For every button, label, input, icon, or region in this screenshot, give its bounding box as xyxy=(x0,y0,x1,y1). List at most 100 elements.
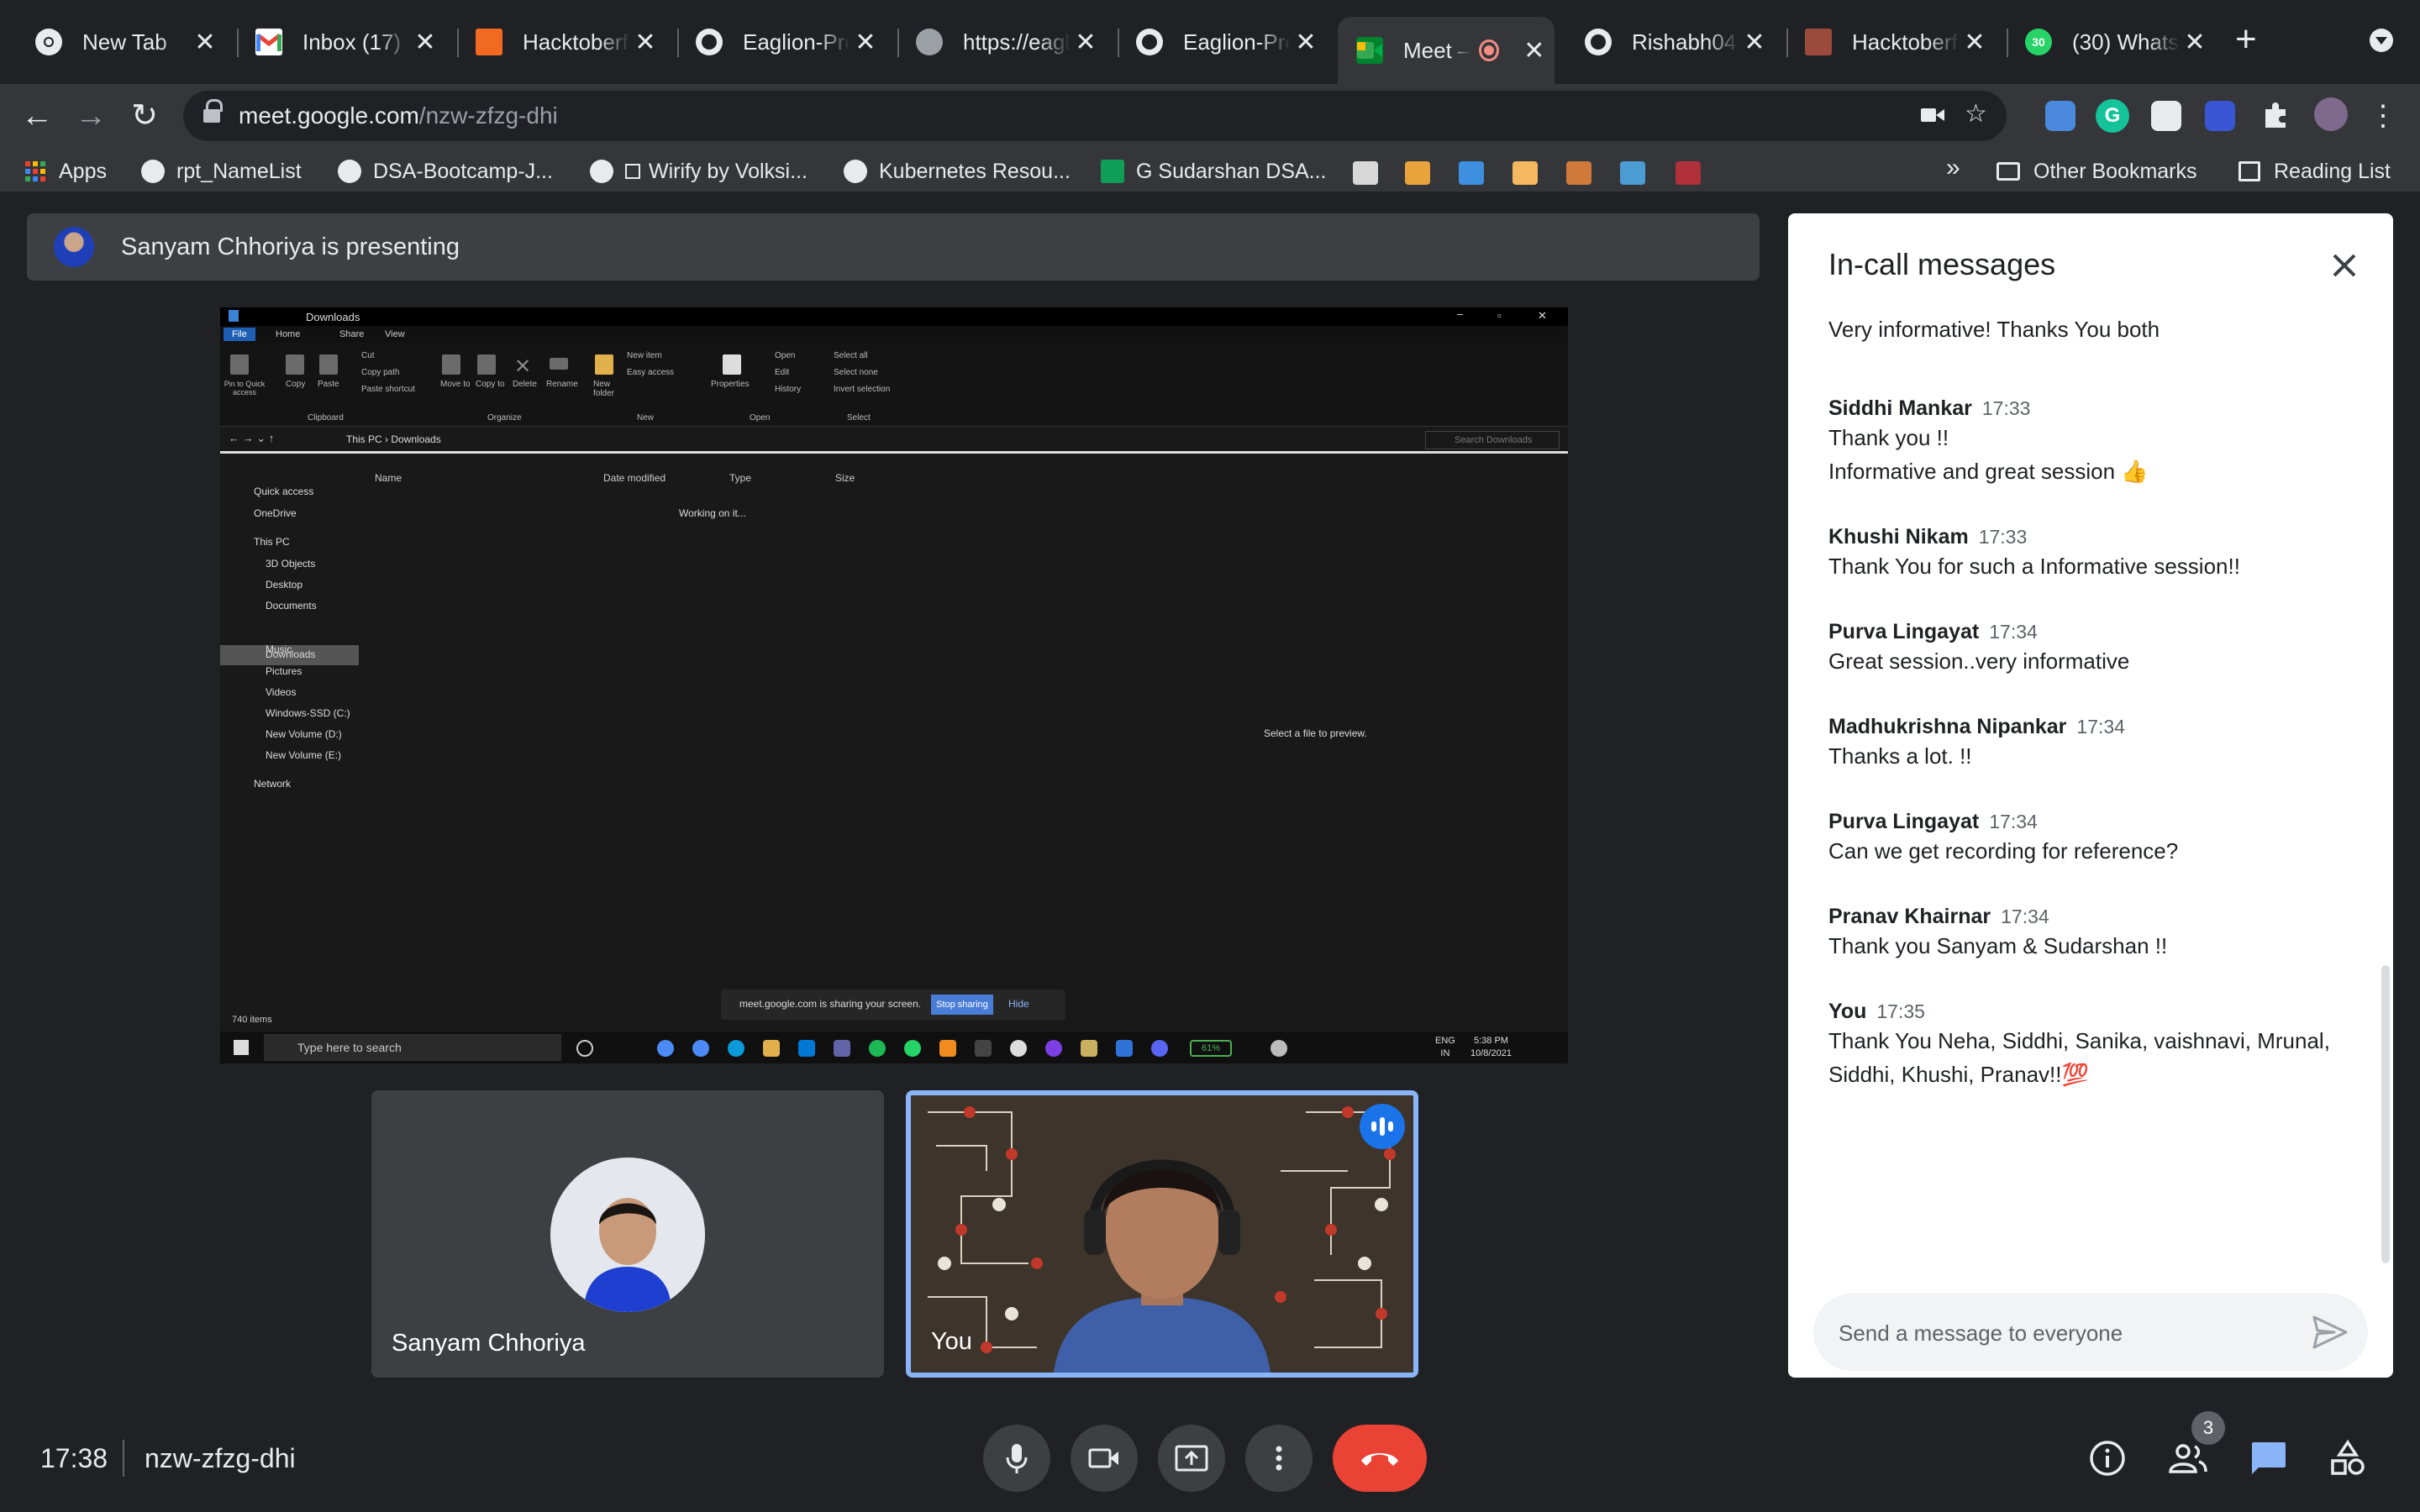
close-icon[interactable]: ✕ xyxy=(1521,36,1548,66)
cc-icon[interactable] xyxy=(1353,161,1378,185)
tab-search-icon[interactable] xyxy=(2370,29,2393,52)
app-icon xyxy=(1045,1040,1062,1057)
bookmark-rpt-namelist[interactable]: rpt_NameList xyxy=(141,158,302,185)
tab-whatsapp[interactable]: 30 (30) Whats ✕ xyxy=(2007,17,2217,67)
message-sender: Purva Lingayat xyxy=(1828,810,1980,833)
participant-tile-self[interactable]: You xyxy=(906,1090,1418,1378)
grammarly-icon[interactable]: G xyxy=(2096,99,2129,133)
camera-button[interactable] xyxy=(1071,1425,1138,1492)
globe-icon xyxy=(916,29,943,55)
call-end-icon xyxy=(1361,1453,1398,1466)
presenting-text: Sanyam Chhoriya is presenting xyxy=(121,233,460,260)
extension-icon[interactable] xyxy=(2045,101,2075,131)
meeting-details-button[interactable] xyxy=(2084,1435,2131,1482)
message-time: 17:34 xyxy=(2076,716,2125,738)
extension-icon[interactable] xyxy=(2151,101,2181,131)
url-text[interactable]: meet.google.com/nzw-zfzg-dhi xyxy=(239,102,558,129)
more-vert-icon[interactable]: ⋮ xyxy=(2363,96,2403,136)
puzzle-icon[interactable] xyxy=(2260,99,2291,129)
teams-icon xyxy=(834,1040,850,1057)
bookmark-kubernetes[interactable]: Kubernetes Resou... xyxy=(844,158,1071,185)
browser-toolbar: ← → ↻ meet.google.com/nzw-zfzg-dhi ☆ G ⋮ xyxy=(0,84,2420,150)
address-bar[interactable]: meet.google.com/nzw-zfzg-dhi ☆ xyxy=(183,91,2007,141)
explorer-search: Search Downloads xyxy=(1425,431,1560,449)
bookmarks-overflow-icon[interactable]: » xyxy=(1946,154,1960,181)
github-icon xyxy=(696,29,723,55)
message-sender: Purva Lingayat xyxy=(1828,620,1980,643)
close-icon[interactable]: ✕ xyxy=(1960,28,1990,57)
bookmark-icon[interactable] xyxy=(1566,161,1591,185)
bookmark-sudarshan-dsa[interactable]: G Sudarshan DSA... xyxy=(1101,158,1327,185)
chat-message: Siddhi Mankar 17:33 Thank you !! Informat… xyxy=(1828,396,2149,484)
more-vert-icon xyxy=(1276,1446,1282,1471)
profile-avatar[interactable] xyxy=(2314,97,2348,131)
tab-new-tab[interactable]: New Tab ✕ xyxy=(17,17,227,67)
close-icon[interactable]: ✕ xyxy=(850,28,881,57)
minimize-icon: – xyxy=(1457,307,1464,320)
chat-message: Madhukrishna Nipankar 17:34 Thanks a lot.… xyxy=(1828,715,2125,769)
message-list: Very informative! Thanks You both Siddhi… xyxy=(1828,312,2333,1121)
star-icon[interactable]: ☆ xyxy=(1965,99,1987,129)
participant-tile[interactable]: Sanyam Chhoriya xyxy=(371,1090,884,1378)
microphone-icon xyxy=(1006,1444,1028,1473)
tab-inbox[interactable]: Inbox (17) - ✕ xyxy=(237,17,447,67)
new-tab-icon[interactable]: + xyxy=(2235,18,2257,60)
reading-list[interactable]: Reading List xyxy=(2238,158,2391,185)
stop-sharing-button: Stop sharing xyxy=(931,995,993,1015)
close-icon[interactable]: ✕ xyxy=(2180,28,2210,57)
tab-eaglion-2[interactable]: Eaglion-Pro ✕ xyxy=(1118,17,1328,67)
bookmark-icon[interactable] xyxy=(1676,161,1701,185)
chat-scrollbar[interactable] xyxy=(2381,965,2390,1263)
back-icon[interactable]: ← xyxy=(17,96,57,136)
bookmark-icon[interactable] xyxy=(1512,161,1538,185)
other-bookmarks[interactable]: Other Bookmarks xyxy=(1996,158,2197,185)
bookmark-icon[interactable] xyxy=(1620,161,1645,185)
tab-hacktoberfest-2[interactable]: Hacktoberfe ✕ xyxy=(1786,17,1996,67)
extension-icon[interactable] xyxy=(2205,101,2235,131)
lock-icon[interactable] xyxy=(203,99,223,124)
present-button[interactable] xyxy=(1158,1425,1225,1492)
nav-item: Desktop xyxy=(266,579,303,591)
bookmark-icon[interactable] xyxy=(1459,161,1484,185)
tab-meet[interactable]: Meet – ✕ xyxy=(1338,17,1555,84)
windows-icon xyxy=(234,1040,249,1055)
leave-call-button[interactable] xyxy=(1333,1425,1427,1492)
github-icon xyxy=(1136,29,1163,55)
close-icon[interactable]: ✕ xyxy=(410,28,440,57)
info-icon xyxy=(2090,1441,2125,1476)
folder-icon xyxy=(1996,162,2020,181)
close-icon[interactable] xyxy=(2326,247,2363,284)
app-icon xyxy=(1010,1040,1027,1057)
nav-item: Videos xyxy=(266,686,297,698)
forward-icon[interactable]: → xyxy=(71,96,111,136)
tab-eaglion-url[interactable]: https://eagli ✕ xyxy=(897,17,1107,67)
mic-button[interactable] xyxy=(983,1425,1050,1492)
meet-control-bar: 17:38 nzw-zfzg-dhi 3 xyxy=(0,1394,2420,1512)
chrome-icon xyxy=(657,1040,674,1057)
close-icon[interactable]: ✕ xyxy=(1071,28,1101,57)
whatsapp-icon: 30 xyxy=(2025,29,2052,55)
windows-taskbar: Type here to search 61% ENG IN 5:38 PM 10/… xyxy=(220,1032,1568,1063)
tab-rishabh[interactable]: Rishabh04- ✕ xyxy=(1566,17,1776,67)
bookmark-wirify[interactable]: Wirify by Volksi... xyxy=(590,158,808,185)
chat-message: Purva Lingayat 17:34 Can we get recording… xyxy=(1828,810,2179,864)
bookmark-apps[interactable]: Apps xyxy=(25,158,107,185)
window-title-bar: Downloads – ▫ ✕ xyxy=(220,307,1568,326)
send-icon[interactable] xyxy=(2312,1315,2348,1349)
reload-icon[interactable]: ↻ xyxy=(124,96,165,136)
chat-button[interactable] xyxy=(2245,1435,2292,1482)
close-icon[interactable]: ✕ xyxy=(1739,28,1770,57)
bookmark-dsa-bootcamp[interactable]: DSA-Bootcamp-J... xyxy=(338,158,553,185)
camera-icon[interactable] xyxy=(1921,102,1944,131)
bookmark-icon[interactable] xyxy=(1405,161,1430,185)
tab-hacktoberfest[interactable]: Hacktoberfe ✕ xyxy=(457,17,667,67)
github-icon xyxy=(1585,29,1612,55)
activities-button[interactable] xyxy=(2324,1435,2371,1482)
close-icon[interactable]: ✕ xyxy=(630,28,660,57)
chat-message-input[interactable]: Send a message to everyone xyxy=(1813,1294,2368,1371)
close-icon[interactable]: ✕ xyxy=(1291,28,1321,57)
tab-eaglion-1[interactable]: Eaglion-Pro ✕ xyxy=(677,17,887,67)
more-options-button[interactable] xyxy=(1245,1425,1313,1492)
tab-title: https://eagli xyxy=(963,29,1071,55)
close-icon[interactable]: ✕ xyxy=(190,28,220,57)
